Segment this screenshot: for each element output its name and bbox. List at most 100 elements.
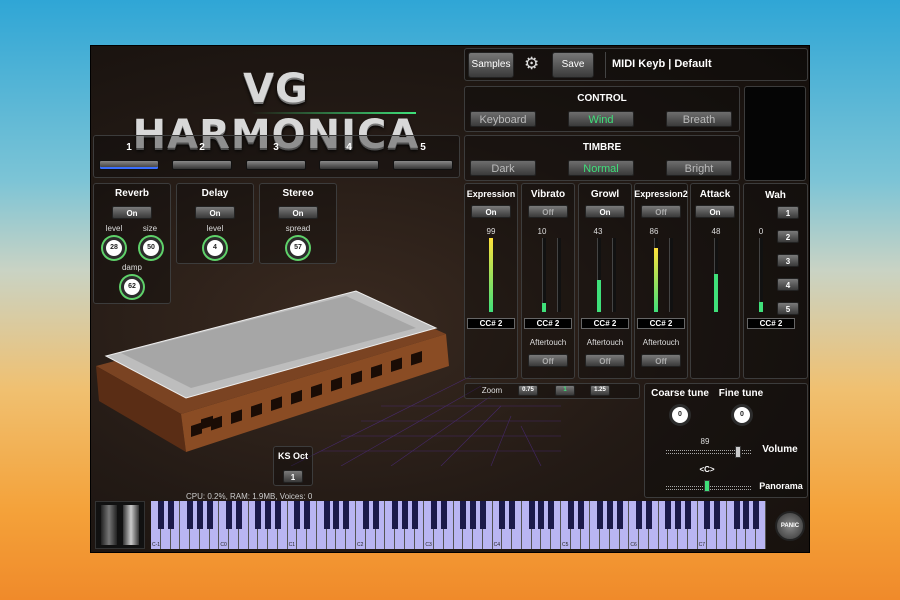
wah-button-3[interactable]: 3: [777, 254, 799, 267]
fine-knob[interactable]: 0: [731, 404, 753, 426]
save-button[interactable]: Save: [552, 52, 594, 78]
black-key[interactable]: [470, 501, 477, 529]
black-key[interactable]: [675, 501, 682, 529]
vib-cc[interactable]: CC# 2: [524, 318, 572, 329]
black-key[interactable]: [304, 501, 311, 529]
pitch-wheel[interactable]: [101, 505, 117, 545]
black-key[interactable]: [577, 501, 584, 529]
black-key[interactable]: [226, 501, 233, 529]
zoom-1[interactable]: 1: [555, 385, 575, 396]
growl-cc[interactable]: CC# 2: [581, 318, 629, 329]
black-key[interactable]: [743, 501, 750, 529]
control-breath[interactable]: Breath: [666, 111, 732, 127]
piano-keyboard[interactable]: C-1 C0 C1 C2 C3 C4 C5 C6 C7: [151, 501, 766, 549]
growl-fader-fill: [597, 280, 601, 312]
black-key[interactable]: [548, 501, 555, 529]
black-key[interactable]: [704, 501, 711, 529]
wah-cc[interactable]: CC# 2: [747, 318, 795, 329]
black-key[interactable]: [733, 501, 740, 529]
exp2-toggle[interactable]: Off: [641, 205, 681, 218]
volume-thumb[interactable]: [735, 446, 741, 458]
timbre-dark[interactable]: Dark: [470, 160, 536, 176]
black-key[interactable]: [431, 501, 438, 529]
slot-button-1[interactable]: [99, 160, 159, 170]
black-key[interactable]: [528, 501, 535, 529]
mod-wheel[interactable]: [123, 505, 139, 545]
growl-after-fader[interactable]: [612, 238, 616, 312]
black-key[interactable]: [401, 501, 408, 529]
stereo-toggle[interactable]: On: [278, 206, 318, 219]
black-key[interactable]: [333, 501, 340, 529]
slot-button-4[interactable]: [319, 160, 379, 170]
wah-button-5[interactable]: 5: [777, 302, 799, 315]
vib-toggle[interactable]: Off: [528, 205, 568, 218]
vib-after-toggle[interactable]: Off: [528, 354, 568, 367]
wah-button-1[interactable]: 1: [777, 206, 799, 219]
black-key[interactable]: [362, 501, 369, 529]
black-key[interactable]: [187, 501, 194, 529]
zoom-125[interactable]: 1.25: [590, 385, 610, 396]
samples-button[interactable]: Samples: [468, 52, 514, 78]
black-key[interactable]: [343, 501, 350, 529]
black-key[interactable]: [460, 501, 467, 529]
attack-toggle[interactable]: On: [695, 205, 735, 218]
control-keyboard[interactable]: Keyboard: [470, 111, 536, 127]
black-key[interactable]: [274, 501, 281, 529]
growl-toggle[interactable]: On: [585, 205, 625, 218]
gear-icon[interactable]: ⚙: [524, 54, 539, 74]
black-key[interactable]: [606, 501, 613, 529]
black-key[interactable]: [255, 501, 262, 529]
black-key[interactable]: [440, 501, 447, 529]
black-key[interactable]: [196, 501, 203, 529]
growl-after-toggle[interactable]: Off: [585, 354, 625, 367]
black-key[interactable]: [372, 501, 379, 529]
pan-thumb[interactable]: [704, 480, 710, 492]
black-key[interactable]: [167, 501, 174, 529]
zoom-075[interactable]: 0.75: [518, 385, 538, 396]
slot-button-2[interactable]: [172, 160, 232, 170]
black-key[interactable]: [636, 501, 643, 529]
wah-fader[interactable]: [759, 238, 763, 312]
black-key[interactable]: [597, 501, 604, 529]
black-key[interactable]: [157, 501, 164, 529]
vib-fader[interactable]: [542, 238, 546, 312]
coarse-knob[interactable]: 0: [669, 404, 691, 426]
black-key[interactable]: [479, 501, 486, 529]
slot-button-5[interactable]: [393, 160, 453, 170]
ks-value[interactable]: 1: [283, 470, 303, 483]
black-key[interactable]: [684, 501, 691, 529]
black-key[interactable]: [265, 501, 272, 529]
black-key[interactable]: [323, 501, 330, 529]
vib-after-fader[interactable]: [557, 238, 561, 312]
slot-button-3[interactable]: [246, 160, 306, 170]
black-key[interactable]: [509, 501, 516, 529]
black-key[interactable]: [499, 501, 506, 529]
exp2-after-fader[interactable]: [669, 238, 673, 312]
delay-toggle[interactable]: On: [195, 206, 235, 219]
preset-name[interactable]: MIDI Keyb | Default: [605, 52, 805, 78]
exp-toggle[interactable]: On: [471, 205, 511, 218]
black-key[interactable]: [392, 501, 399, 529]
exp2-after-toggle[interactable]: Off: [641, 354, 681, 367]
black-key[interactable]: [714, 501, 721, 529]
wah-button-2[interactable]: 2: [777, 230, 799, 243]
black-key[interactable]: [665, 501, 672, 529]
control-wind[interactable]: Wind: [568, 111, 634, 127]
black-key[interactable]: [645, 501, 652, 529]
black-key[interactable]: [567, 501, 574, 529]
exp-cc[interactable]: CC# 2: [467, 318, 515, 329]
black-key[interactable]: [411, 501, 418, 529]
wah-button-4[interactable]: 4: [777, 278, 799, 291]
reverb-toggle[interactable]: On: [112, 206, 152, 219]
panic-button[interactable]: PANIC: [775, 511, 805, 541]
black-key[interactable]: [538, 501, 545, 529]
black-key[interactable]: [294, 501, 301, 529]
black-key[interactable]: [753, 501, 760, 529]
timbre-bright[interactable]: Bright: [666, 160, 732, 176]
black-key[interactable]: [616, 501, 623, 529]
exp2-cc[interactable]: CC# 2: [637, 318, 685, 329]
slot-label-1: 1: [126, 142, 132, 153]
timbre-normal[interactable]: Normal: [568, 160, 634, 176]
black-key[interactable]: [206, 501, 213, 529]
black-key[interactable]: [235, 501, 242, 529]
